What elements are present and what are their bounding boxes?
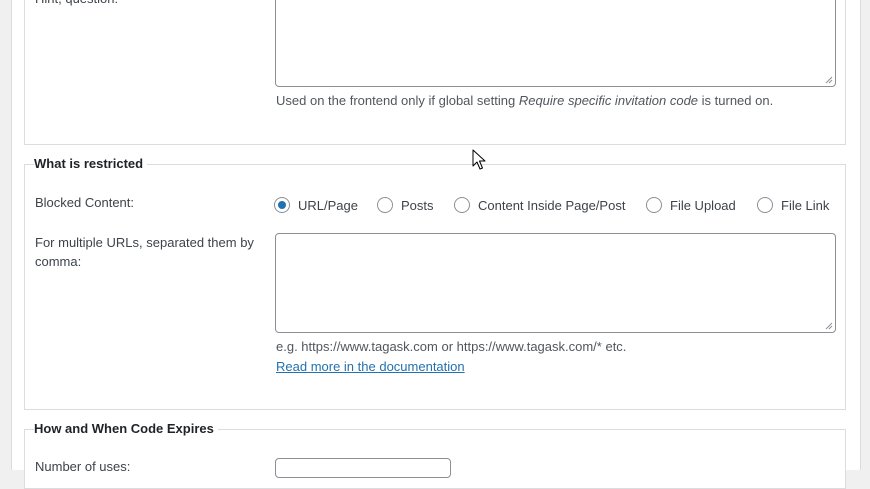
blocked-content-label: Blocked Content:	[35, 195, 135, 210]
hint-prefix: Used on the frontend only if global sett…	[276, 93, 519, 108]
radio-file-link[interactable]	[757, 197, 773, 213]
expires-legend: How and When Code Expires	[34, 421, 218, 437]
radio-posts[interactable]	[377, 197, 393, 213]
url-example-hint: e.g. https://www.tagask.com or https://w…	[276, 339, 627, 354]
radio-option-posts[interactable]: Posts	[377, 196, 434, 214]
radio-option-file-upload[interactable]: File Upload	[646, 196, 736, 214]
radio-option-content-inside[interactable]: Content Inside Page/Post	[454, 196, 625, 214]
radio-option-file-link[interactable]: File Link	[757, 196, 829, 214]
radio-label-url-page: URL/Page	[298, 197, 358, 213]
hint-suffix: is turned on.	[698, 93, 774, 108]
radio-file-upload[interactable]	[646, 197, 662, 213]
hint-emphasis: Require specific invitation code	[518, 93, 699, 108]
radio-label-content-inside: Content Inside Page/Post	[478, 197, 626, 213]
radio-label-file-upload: File Upload	[670, 197, 736, 213]
documentation-link[interactable]: Read more in the documentation	[276, 358, 465, 376]
urls-label: For multiple URLs, separated them by com…	[35, 235, 254, 269]
number-of-uses-input[interactable]	[275, 458, 451, 478]
mouse-pointer-icon	[472, 149, 486, 170]
radio-label-file-link: File Link	[781, 197, 830, 213]
number-of-uses-label: Number of uses:	[35, 459, 131, 474]
invitation-code-hint: Used on the frontend only if global sett…	[276, 92, 773, 110]
resize-grip-icon[interactable]	[825, 76, 833, 84]
radio-label-posts: Posts	[401, 197, 434, 213]
hint-question-label: Hint, question:	[35, 0, 265, 8]
radio-url-page[interactable]	[274, 197, 290, 213]
hint-question-textarea[interactable]	[275, 0, 836, 87]
radio-content-inside[interactable]	[454, 197, 470, 213]
radio-option-url-page[interactable]: URL/Page	[274, 196, 358, 214]
resize-grip-icon[interactable]	[825, 322, 833, 330]
restricted-legend: What is restricted	[34, 156, 148, 172]
urls-textarea[interactable]	[275, 233, 836, 333]
